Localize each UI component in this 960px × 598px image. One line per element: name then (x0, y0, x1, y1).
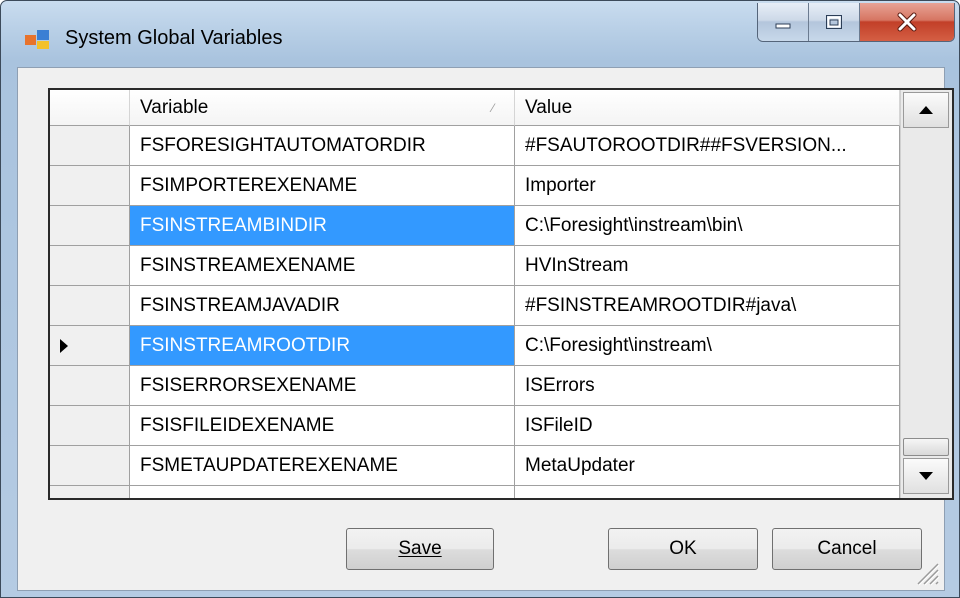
row-header[interactable] (50, 206, 130, 246)
value-cell[interactable]: HVInStream (515, 246, 900, 286)
variable-cell[interactable]: FSINSTREAMJAVADIR (130, 286, 515, 326)
value-cell[interactable]: MetaUpdater (515, 446, 900, 486)
column-header-value[interactable]: Value (515, 90, 900, 126)
sort-indicator-icon: ⁄ (491, 101, 494, 115)
row-header[interactable] (50, 446, 130, 486)
value-cell[interactable]: Importer (515, 166, 900, 206)
close-button[interactable] (860, 3, 954, 41)
maximize-button[interactable] (809, 3, 860, 41)
dialog-client-area: Variable ⁄ Value FSFORESIGHTAUTOMATORDIR… (17, 67, 954, 591)
row-header-current[interactable] (50, 326, 130, 366)
arrow-down-icon (919, 472, 933, 480)
value-cell[interactable] (515, 486, 900, 498)
grid-body: Variable ⁄ Value FSFORESIGHTAUTOMATORDIR… (50, 90, 900, 498)
variable-cell[interactable]: FSFORESIGHTAUTOMATORDIR (130, 126, 515, 166)
variable-cell-selected[interactable]: FSINSTREAMROOTDIR (130, 326, 515, 366)
minimize-icon (775, 23, 791, 29)
window-app-icon (25, 30, 49, 49)
variable-cell-selected[interactable]: FSINSTREAMBINDIR (130, 206, 515, 246)
value-cell[interactable]: ISFileID (515, 406, 900, 446)
caption-buttons (757, 3, 955, 42)
window-title: System Global Variables (65, 27, 283, 49)
row-header[interactable] (50, 366, 130, 406)
maximize-icon (826, 15, 842, 29)
table-row[interactable]: FSINSTREAMEXENAME HVInStream (50, 246, 900, 286)
row-header[interactable] (50, 286, 130, 326)
save-button[interactable]: Save (346, 528, 494, 570)
dialog-window: System Global Variables Variable ⁄ Value… (0, 0, 960, 598)
header-corner[interactable] (50, 90, 130, 126)
row-header[interactable] (50, 246, 130, 286)
table-row[interactable]: FSMETAUPDATEREXENAME MetaUpdater (50, 446, 900, 486)
resize-grip-icon[interactable] (912, 558, 940, 586)
close-icon (897, 12, 917, 32)
cancel-button-label: Cancel (817, 538, 877, 559)
scroll-down-button[interactable] (903, 458, 949, 494)
title-bar[interactable]: System Global Variables (1, 1, 959, 67)
table-row[interactable]: FSINSTREAMJAVADIR #FSINSTREAMROOTDIR#jav… (50, 286, 900, 326)
variable-cell[interactable]: FSMETAUPDATEREXENAME (130, 446, 515, 486)
table-row[interactable]: FSISFILEIDEXENAME ISFileID (50, 406, 900, 446)
value-cell[interactable]: #FSINSTREAMROOTDIR#java\ (515, 286, 900, 326)
variables-grid[interactable]: Variable ⁄ Value FSFORESIGHTAUTOMATORDIR… (48, 88, 954, 500)
save-button-label: Save (398, 538, 442, 559)
ok-button[interactable]: OK (608, 528, 758, 570)
variable-cell[interactable]: FSISFILEIDEXENAME (130, 406, 515, 446)
column-header-value-label: Value (525, 97, 573, 118)
variable-cell[interactable] (130, 486, 515, 498)
table-row[interactable]: FSIMPORTEREXENAME Importer (50, 166, 900, 206)
value-cell[interactable]: #FSAUTOROOTDIR##FSVERSION... (515, 126, 900, 166)
arrow-up-icon (919, 106, 933, 114)
value-cell[interactable]: C:\Foresight\instream\bin\ (515, 206, 900, 246)
vertical-scrollbar[interactable] (900, 90, 952, 498)
row-header[interactable] (50, 486, 130, 498)
column-header-variable-label: Variable (140, 97, 209, 118)
grid-header-row: Variable ⁄ Value (50, 90, 900, 126)
table-row[interactable] (50, 486, 900, 498)
table-row[interactable]: FSISERRORSEXENAME ISErrors (50, 366, 900, 406)
current-row-arrow-icon (60, 339, 68, 353)
variable-cell[interactable]: FSISERRORSEXENAME (130, 366, 515, 406)
row-header[interactable] (50, 406, 130, 446)
scrollbar-thumb[interactable] (903, 438, 949, 456)
table-row[interactable]: FSINSTREAMROOTDIR C:\Foresight\instream\ (50, 326, 900, 366)
value-cell[interactable]: ISErrors (515, 366, 900, 406)
table-row[interactable]: FSFORESIGHTAUTOMATORDIR #FSAUTOROOTDIR##… (50, 126, 900, 166)
variable-cell[interactable]: FSINSTREAMEXENAME (130, 246, 515, 286)
row-header[interactable] (50, 126, 130, 166)
variable-cell[interactable]: FSIMPORTEREXENAME (130, 166, 515, 206)
row-header[interactable] (50, 166, 130, 206)
column-header-variable[interactable]: Variable ⁄ (130, 90, 515, 126)
cancel-button[interactable]: Cancel (772, 528, 922, 570)
scroll-up-button[interactable] (903, 92, 949, 128)
ok-button-label: OK (669, 538, 697, 559)
table-row[interactable]: FSINSTREAMBINDIR C:\Foresight\instream\b… (50, 206, 900, 246)
minimize-button[interactable] (758, 3, 809, 41)
value-cell[interactable]: C:\Foresight\instream\ (515, 326, 900, 366)
